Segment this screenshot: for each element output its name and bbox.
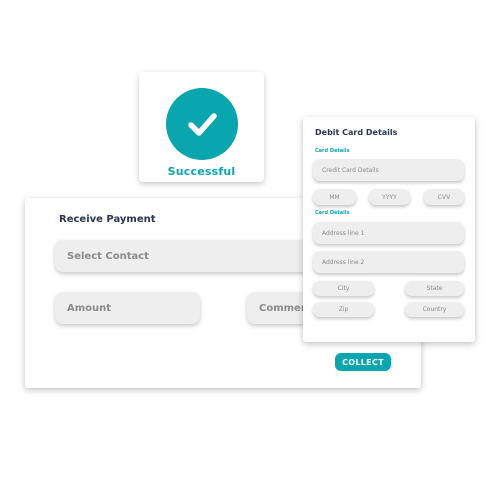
success-badge bbox=[165, 88, 238, 160]
country-field[interactable]: Country bbox=[405, 302, 464, 317]
address-line-1-field[interactable]: Address line 1 bbox=[313, 222, 464, 244]
cvv-field[interactable]: CVV bbox=[424, 189, 464, 205]
success-label: Successful bbox=[167, 165, 236, 178]
collect-button[interactable]: COLLECT bbox=[335, 353, 391, 371]
expiry-year-field[interactable]: YYYY bbox=[369, 189, 410, 205]
amount-field[interactable]: Amount bbox=[55, 292, 200, 324]
debit-card-title: Debit Card Details bbox=[315, 128, 398, 137]
card-details-section-label: Card Details bbox=[315, 148, 350, 154]
success-card: Successful bbox=[139, 72, 264, 182]
city-field[interactable]: City bbox=[313, 281, 374, 296]
select-contact-field[interactable]: Select Contact bbox=[55, 240, 317, 272]
receive-payment-title: Receive Payment bbox=[59, 214, 156, 225]
debit-card-panel: Debit Card Details Card Details Credit C… bbox=[303, 117, 475, 342]
credit-card-details-field[interactable]: Credit Card Details bbox=[313, 159, 464, 181]
zip-field[interactable]: Zip bbox=[313, 302, 374, 317]
page: Receive Payment Select Contact Amount Co… bbox=[0, 0, 500, 500]
address-line-2-field[interactable]: Address line 2 bbox=[313, 251, 464, 273]
state-field[interactable]: State bbox=[405, 281, 464, 296]
check-icon bbox=[187, 113, 217, 136]
address-section-label: Card Details bbox=[315, 210, 350, 216]
expiry-month-field[interactable]: MM bbox=[313, 189, 356, 205]
